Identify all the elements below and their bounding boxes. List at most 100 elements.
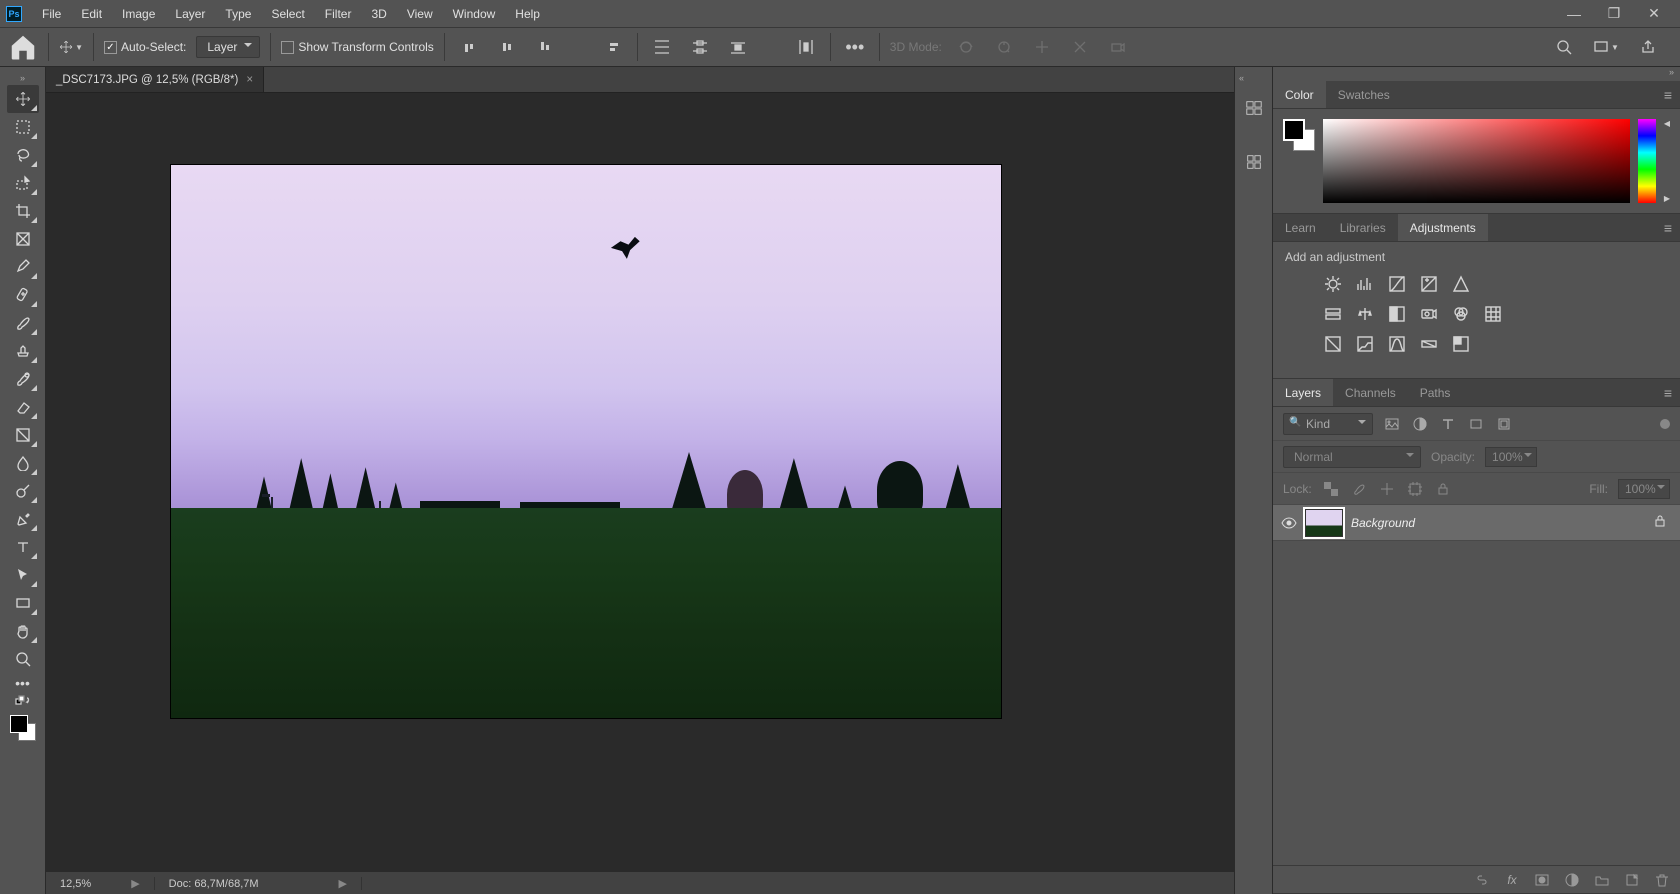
new-layer-button[interactable]: [1624, 872, 1640, 888]
layer-name[interactable]: Background: [1351, 516, 1415, 530]
window-minimize-button[interactable]: ―: [1554, 0, 1594, 27]
type-tool[interactable]: [7, 533, 39, 561]
toolbar-expand-button[interactable]: »: [0, 71, 45, 85]
tab-libraries[interactable]: Libraries: [1328, 214, 1398, 241]
quick-selection-tool[interactable]: [7, 169, 39, 197]
lock-artboard-icon[interactable]: [1406, 480, 1424, 498]
dock-expand-button[interactable]: «: [1235, 71, 1272, 85]
new-group-button[interactable]: [1594, 872, 1610, 888]
rectangular-marquee-tool[interactable]: [7, 113, 39, 141]
pen-tool[interactable]: [7, 505, 39, 533]
eyedropper-tool[interactable]: [7, 253, 39, 281]
posterize-icon[interactable]: [1355, 334, 1375, 354]
link-layers-button[interactable]: [1474, 872, 1490, 888]
gradient-tool[interactable]: [7, 421, 39, 449]
align-top-button[interactable]: [455, 33, 483, 61]
vibrance-icon[interactable]: [1451, 274, 1471, 294]
layer-visibility-toggle[interactable]: [1273, 517, 1305, 529]
menu-type[interactable]: Type: [215, 1, 261, 27]
tab-color[interactable]: Color: [1273, 81, 1326, 108]
layer-mask-button[interactable]: [1534, 872, 1550, 888]
lock-all-icon[interactable]: [1434, 480, 1452, 498]
color-swatch-pair[interactable]: [1283, 119, 1315, 151]
blend-mode-dropdown[interactable]: Normal: [1283, 446, 1421, 468]
layer-lock-icon[interactable]: [1654, 514, 1666, 531]
healing-brush-tool[interactable]: [7, 281, 39, 309]
panel-collapse-button[interactable]: »: [1669, 67, 1674, 81]
menu-help[interactable]: Help: [505, 1, 550, 27]
window-maximize-button[interactable]: ❐: [1594, 0, 1634, 27]
menu-edit[interactable]: Edit: [71, 1, 112, 27]
filter-shape-icon[interactable]: [1467, 415, 1485, 433]
selective-color-icon[interactable]: [1451, 334, 1471, 354]
levels-icon[interactable]: [1355, 274, 1375, 294]
tab-swatches[interactable]: Swatches: [1326, 81, 1402, 108]
lock-image-icon[interactable]: [1350, 480, 1368, 498]
menu-image[interactable]: Image: [112, 1, 165, 27]
show-transform-checkbox[interactable]: Show Transform Controls: [281, 40, 433, 54]
status-zoom[interactable]: 12,5%▶: [46, 877, 155, 890]
panel-menu-button[interactable]: ≡: [1660, 87, 1676, 103]
hue-slider[interactable]: [1638, 119, 1656, 203]
frame-tool[interactable]: [7, 225, 39, 253]
tab-paths[interactable]: Paths: [1408, 379, 1463, 406]
brightness-contrast-icon[interactable]: [1323, 274, 1343, 294]
move-tool-indicator[interactable]: ▼: [59, 35, 83, 59]
more-align-button[interactable]: •••: [841, 33, 869, 61]
align-bottom-button[interactable]: [531, 33, 559, 61]
color-balance-icon[interactable]: [1355, 304, 1375, 324]
menu-filter[interactable]: Filter: [315, 1, 362, 27]
crop-tool[interactable]: [7, 197, 39, 225]
tab-adjustments[interactable]: Adjustments: [1398, 214, 1488, 241]
filter-pixel-icon[interactable]: [1383, 415, 1401, 433]
close-tab-button[interactable]: ×: [246, 74, 253, 86]
menu-layer[interactable]: Layer: [165, 1, 215, 27]
hand-tool[interactable]: [7, 617, 39, 645]
menu-3d[interactable]: 3D: [361, 1, 396, 27]
hue-saturation-icon[interactable]: [1323, 304, 1343, 324]
channel-mixer-icon[interactable]: [1451, 304, 1471, 324]
zoom-tool[interactable]: [7, 645, 39, 673]
delete-layer-button[interactable]: [1654, 872, 1670, 888]
color-lookup-icon[interactable]: [1483, 304, 1503, 324]
exposure-icon[interactable]: [1419, 274, 1439, 294]
foreground-background-colors[interactable]: [10, 715, 36, 741]
distribute-top-button[interactable]: [648, 33, 676, 61]
curves-icon[interactable]: [1387, 274, 1407, 294]
share-button[interactable]: [1634, 33, 1662, 61]
threshold-icon[interactable]: [1387, 334, 1407, 354]
auto-select-target-dropdown[interactable]: Layer: [196, 36, 260, 58]
layer-row[interactable]: Background: [1273, 505, 1680, 541]
rectangle-tool[interactable]: [7, 589, 39, 617]
fill-input[interactable]: 100%: [1618, 479, 1670, 499]
layer-style-button[interactable]: fx: [1504, 872, 1520, 888]
gradient-map-icon[interactable]: [1419, 334, 1439, 354]
menu-select[interactable]: Select: [261, 1, 314, 27]
align-left-button[interactable]: [599, 33, 627, 61]
properties-panel-icon[interactable]: [1239, 147, 1269, 177]
auto-select-checkbox[interactable]: Auto-Select:: [104, 40, 186, 54]
distribute-bottom-button[interactable]: [724, 33, 752, 61]
eraser-tool[interactable]: [7, 393, 39, 421]
move-tool[interactable]: [7, 85, 39, 113]
brush-tool[interactable]: [7, 309, 39, 337]
layer-filter-kind-dropdown[interactable]: Kind: [1283, 413, 1373, 435]
history-panel-icon[interactable]: [1239, 93, 1269, 123]
status-doc-info[interactable]: Doc: 68,7M/68,7M▶: [155, 877, 362, 890]
dodge-tool[interactable]: [7, 477, 39, 505]
menu-view[interactable]: View: [397, 1, 443, 27]
invert-icon[interactable]: [1323, 334, 1343, 354]
home-button[interactable]: [8, 32, 38, 62]
filter-adjustment-icon[interactable]: [1411, 415, 1429, 433]
blur-tool[interactable]: [7, 449, 39, 477]
lock-transparency-icon[interactable]: [1322, 480, 1340, 498]
photo-filter-icon[interactable]: [1419, 304, 1439, 324]
foreground-color-swatch[interactable]: [1283, 119, 1305, 141]
lasso-tool[interactable]: [7, 141, 39, 169]
document-tab[interactable]: _DSC7173.JPG @ 12,5% (RGB/8*) ×: [46, 67, 264, 92]
screen-mode-button[interactable]: ▼: [1592, 33, 1620, 61]
search-button[interactable]: [1550, 33, 1578, 61]
canvas[interactable]: [46, 93, 1234, 872]
panel-menu-button[interactable]: ≡: [1660, 385, 1676, 401]
color-picker-field[interactable]: [1323, 119, 1630, 203]
